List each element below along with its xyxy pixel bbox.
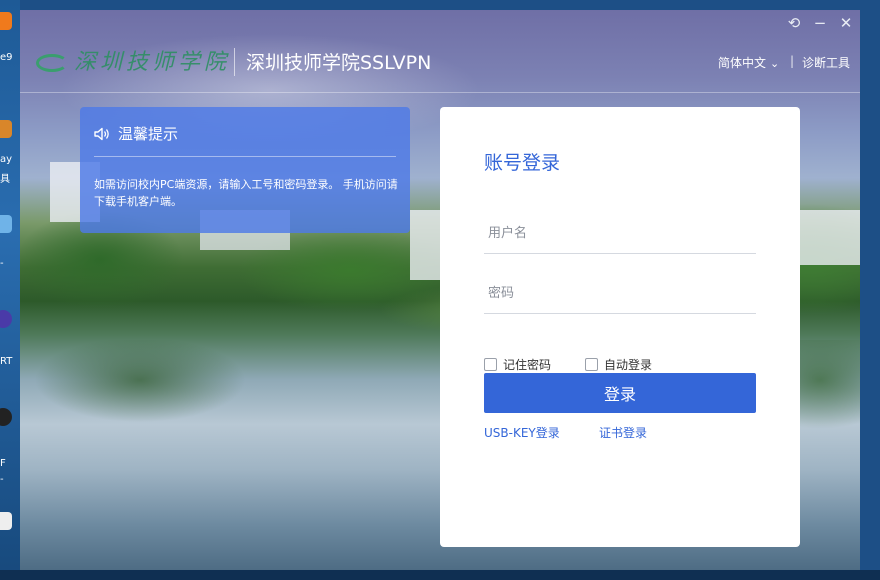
login-title: 账号登录 [484,152,561,174]
window-header: 深圳技师学院 深圳技师学院SSLVPN ⟲ − ✕ 简体中文 ⌄ | 诊断工具 [20,10,860,93]
desktop-file-icon[interactable] [0,512,12,530]
notice-divider [94,156,396,157]
background-building [800,210,860,265]
desktop-app-icon[interactable] [0,310,12,328]
checkbox-box[interactable] [585,358,598,371]
taskbar-strip [0,570,880,580]
header-divider [234,48,235,76]
username-input[interactable] [484,215,764,251]
desktop-app-icon[interactable] [0,408,12,426]
desktop-app-icon[interactable] [0,12,12,30]
checkbox-box[interactable] [484,358,497,371]
app-title: 深圳技师学院SSLVPN [246,52,432,74]
password-input[interactable] [484,275,764,311]
diagnostics-tool-link[interactable]: 诊断工具 [802,54,850,71]
background-building [410,210,440,280]
login-button[interactable]: 登录 [484,373,756,413]
language-label: 简体中文 [718,56,767,70]
speaker-icon [94,127,110,141]
desktop-label: e9 [0,52,13,63]
desktop-label: 具 [0,174,10,185]
desktop-label: RT [0,356,13,367]
certificate-login-link[interactable]: 证书登录 [599,424,647,441]
desktop-app-icon[interactable] [0,120,12,138]
desktop-label: - [0,474,4,485]
desktop-label: - [0,258,4,269]
vpn-login-window: 深圳技师学院 深圳技师学院SSLVPN ⟲ − ✕ 简体中文 ⌄ | 诊断工具 温… [20,10,860,570]
header-separator: | [790,54,795,68]
auto-login-label: 自动登录 [604,358,653,372]
school-logo: 深圳技师学院 [34,44,230,76]
login-card: 账号登录 记住密码 自动登录 登录 USB-KEY登录 证书登录 [440,107,800,547]
notice-body: 如需访问校内PC端资源，请输入工号和密码登录。 手机访问请下载手机客户端。 [94,178,398,208]
minimize-icon[interactable]: − [810,14,830,32]
back-icon[interactable]: ⟲ [784,14,804,32]
school-logo-script: 深圳技师学院 [74,50,231,75]
chevron-down-icon: ⌄ [770,57,780,70]
desktop-label: ay [0,154,13,165]
notice-panel: 温馨提示 如需访问校内PC端资源，请输入工号和密码登录。 手机访问请下载手机客户… [80,107,410,233]
username-field-wrapper [484,215,764,254]
password-field-wrapper [484,275,764,314]
notice-header: 温馨提示 [94,123,178,144]
auto-login-checkbox[interactable]: 自动登录 [585,356,652,373]
language-selector[interactable]: 简体中文 ⌄ [718,54,779,71]
usb-key-login-link[interactable]: USB-KEY登录 [484,424,560,441]
school-emblem-icon [34,50,68,72]
desktop-background: e9 ay 具 - RT F - [0,0,20,580]
desktop-label: F [0,458,6,469]
close-icon[interactable]: ✕ [836,14,856,32]
desktop-app-icon[interactable] [0,215,12,233]
remember-password-label: 记住密码 [503,358,552,372]
notice-title: 温馨提示 [118,125,179,143]
remember-password-checkbox[interactable]: 记住密码 [484,356,551,373]
